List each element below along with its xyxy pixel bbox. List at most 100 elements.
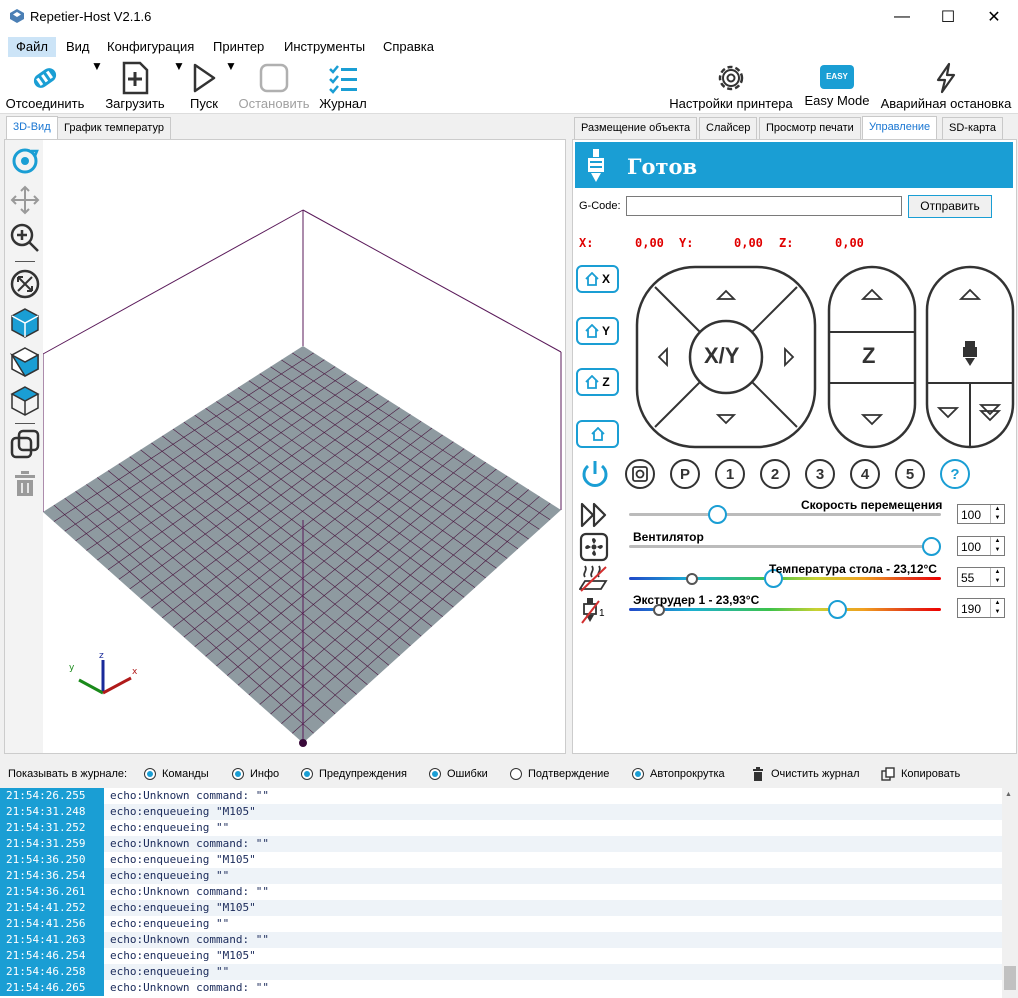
preset-1-button[interactable]: 1 bbox=[715, 459, 745, 489]
send-button[interactable]: Отправить bbox=[908, 195, 992, 218]
speed-spinbox[interactable]: 100 ▲ ▼ bbox=[957, 504, 1005, 524]
maximize-button[interactable]: ☐ bbox=[925, 0, 971, 33]
extruder-target-temp-handle[interactable] bbox=[828, 600, 848, 619]
load-button[interactable]: Загрузить bbox=[102, 59, 168, 114]
preset-3-button[interactable]: 3 bbox=[805, 459, 835, 489]
easy-mode-button[interactable]: EASY Easy Mode bbox=[801, 59, 873, 114]
tab-temperature-graph[interactable]: График температур bbox=[57, 117, 171, 139]
spin-arrows-icon[interactable]: ▲ ▼ bbox=[990, 505, 1004, 523]
log-message: echo:enqueueing "M105" bbox=[110, 853, 256, 866]
rotate-view-icon[interactable] bbox=[9, 145, 41, 177]
extruder-jog-pad[interactable] bbox=[925, 265, 1015, 449]
log-filter-autoscroll[interactable]: Автопрокрутка bbox=[632, 768, 725, 780]
scroll-up-icon[interactable]: ▲ bbox=[1005, 791, 1012, 798]
log-filter-info[interactable]: Инфо bbox=[232, 768, 279, 780]
fit-view-icon[interactable] bbox=[9, 268, 41, 300]
speed-slider-handle[interactable] bbox=[708, 505, 728, 524]
log-filter-acknowledgments[interactable]: Подтверждение bbox=[510, 768, 609, 780]
tab-3d-view[interactable]: 3D-Вид bbox=[6, 116, 58, 140]
log-filter-commands[interactable]: Команды bbox=[144, 768, 209, 780]
log-button[interactable]: Журнал bbox=[316, 59, 370, 114]
menu-tools[interactable]: Инструменты bbox=[276, 37, 373, 57]
log-row: 21:54:41.256 echo:enqueueing "" bbox=[0, 916, 1002, 932]
menu-printer[interactable]: Принтер bbox=[205, 37, 272, 57]
y-coord-label: Y: bbox=[679, 236, 694, 250]
log-scrollbar[interactable]: ▲ bbox=[1002, 788, 1018, 998]
emergency-stop-button[interactable]: Аварийная остановка bbox=[878, 59, 1014, 114]
menu-help[interactable]: Справка bbox=[375, 37, 442, 57]
fan-slider[interactable]: Вентилятор bbox=[629, 530, 945, 558]
preset-2-button[interactable]: 2 bbox=[760, 459, 790, 489]
fan-slider-handle[interactable] bbox=[922, 537, 941, 556]
stop-button[interactable]: Остановить bbox=[238, 59, 310, 114]
spin-arrows-icon[interactable]: ▲ ▼ bbox=[990, 568, 1004, 586]
home-z-label: Z bbox=[602, 375, 610, 389]
home-all-button[interactable] bbox=[576, 420, 619, 448]
log-message: echo:Unknown command: "" bbox=[110, 789, 269, 802]
preset-4-button[interactable]: 4 bbox=[850, 459, 880, 489]
power-icon[interactable] bbox=[579, 458, 611, 490]
bed-temp-slider[interactable]: Температура стола - 23,12°C bbox=[629, 562, 945, 590]
home-z-button[interactable]: Z bbox=[576, 368, 619, 396]
log-filter-label: Подтверждение bbox=[528, 768, 610, 780]
run-button[interactable]: Пуск bbox=[184, 59, 224, 114]
bed-temp-spinbox[interactable]: 55 ▲ ▼ bbox=[957, 567, 1005, 587]
tab-print-preview[interactable]: Просмотр печати bbox=[759, 117, 861, 139]
home-x-button[interactable]: X bbox=[576, 265, 619, 293]
front-view-icon[interactable] bbox=[9, 345, 41, 377]
disconnect-button[interactable]: Отсоединить bbox=[4, 59, 86, 114]
add-file-icon bbox=[122, 61, 149, 95]
radio-icon[interactable] bbox=[429, 768, 441, 780]
printer-settings-button[interactable]: Настройки принтера bbox=[666, 59, 796, 114]
tab-slicer[interactable]: Слайсер bbox=[699, 117, 758, 139]
gcode-label: G-Code: bbox=[579, 200, 621, 212]
radio-icon[interactable] bbox=[144, 768, 156, 780]
radio-icon[interactable] bbox=[232, 768, 244, 780]
trash-icon[interactable] bbox=[9, 467, 41, 499]
home-y-button[interactable]: Y bbox=[576, 317, 619, 345]
log-list[interactable]: 21:54:26.255 echo:Unknown command: "" 21:5… bbox=[0, 788, 1018, 998]
run-dropdown-icon[interactable]: ▼ bbox=[225, 59, 237, 73]
park-button[interactable]: P bbox=[670, 459, 700, 489]
clear-log-button[interactable]: Очистить журнал bbox=[751, 767, 860, 781]
tab-sd-card[interactable]: SD-карта bbox=[942, 117, 1004, 139]
copy-log-button[interactable]: Копировать bbox=[881, 767, 960, 781]
help-button[interactable]: ? bbox=[940, 459, 970, 489]
move-view-icon[interactable] bbox=[9, 184, 41, 216]
radio-icon[interactable] bbox=[632, 768, 644, 780]
isometric-view-icon[interactable] bbox=[9, 306, 41, 338]
zoom-icon[interactable] bbox=[9, 222, 41, 254]
extruder-temp-slider[interactable]: Экструдер 1 - 23,93°C bbox=[629, 593, 945, 621]
gcode-input[interactable] bbox=[626, 196, 902, 216]
z-pad-label: Z bbox=[862, 343, 876, 368]
motors-off-button[interactable] bbox=[625, 459, 655, 489]
close-button[interactable]: ✕ bbox=[971, 0, 1017, 33]
menu-file[interactable]: Файл bbox=[8, 37, 56, 57]
scroll-thumb[interactable] bbox=[1004, 966, 1016, 990]
copy-objects-icon[interactable] bbox=[9, 428, 41, 460]
fan-spinbox[interactable]: 100 ▲ ▼ bbox=[957, 536, 1005, 556]
radio-icon[interactable] bbox=[510, 768, 522, 780]
log-message: echo:enqueueing "" bbox=[110, 965, 230, 978]
easy-badge-icon: EASY bbox=[820, 65, 854, 89]
speed-slider[interactable]: Скорость перемещения bbox=[629, 498, 945, 526]
minimize-button[interactable]: — bbox=[879, 0, 925, 33]
origin-marker bbox=[299, 739, 307, 747]
spin-arrows-icon[interactable]: ▲ ▼ bbox=[990, 537, 1004, 555]
x-coord-label: X: bbox=[579, 236, 594, 250]
menu-config[interactable]: Конфигурация bbox=[99, 37, 202, 57]
log-row: 21:54:31.259 echo:Unknown command: "" bbox=[0, 836, 1002, 852]
tab-object-placement[interactable]: Размещение объекта bbox=[574, 117, 698, 139]
tab-control[interactable]: Управление bbox=[862, 116, 938, 140]
log-message: echo:Unknown command: "" bbox=[110, 837, 269, 850]
3d-viewport[interactable]: y z x bbox=[4, 139, 566, 754]
log-time: 21:54:36.254 bbox=[0, 868, 104, 884]
spin-arrows-icon[interactable]: ▲ ▼ bbox=[990, 599, 1004, 617]
menu-view[interactable]: Вид bbox=[58, 37, 98, 57]
top-view-icon[interactable] bbox=[9, 384, 41, 416]
preset-5-button[interactable]: 5 bbox=[895, 459, 925, 489]
radio-icon[interactable] bbox=[301, 768, 313, 780]
log-filter-warnings[interactable]: Предупреждения bbox=[301, 768, 407, 780]
log-filter-errors[interactable]: Ошибки bbox=[429, 768, 488, 780]
extruder-temp-spinbox[interactable]: 190 ▲ ▼ bbox=[957, 598, 1005, 618]
